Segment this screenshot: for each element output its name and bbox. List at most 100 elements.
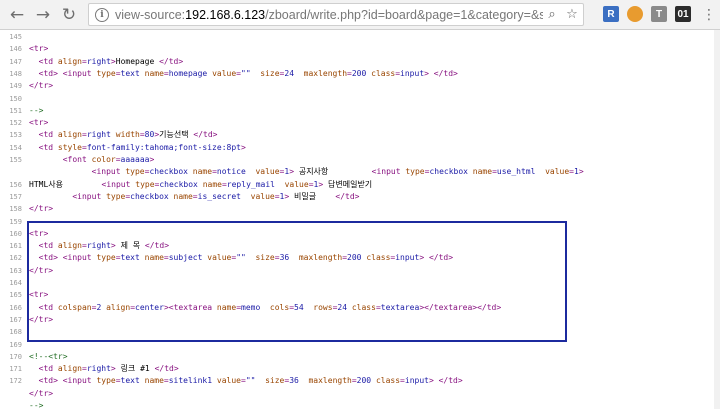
attr-name-token: name bbox=[472, 167, 493, 177]
source-line: 171 <td align=right> 링크 #1 </td> bbox=[0, 363, 720, 375]
info-icon[interactable]: i bbox=[95, 7, 109, 22]
line-number: 159 bbox=[9, 217, 22, 226]
source-line: 153 <td align=right width=80>기능선택 </td> bbox=[0, 129, 720, 141]
line-code: <tr> bbox=[29, 43, 48, 55]
line-number: 149 bbox=[9, 82, 22, 91]
tag-token: </tr> bbox=[29, 81, 54, 91]
tag-token: <font bbox=[62, 155, 92, 164]
tag-token: > </td> bbox=[428, 376, 463, 386]
line-number: 152 bbox=[9, 119, 22, 128]
attr-name-token: align bbox=[57, 130, 82, 140]
line-code: --> bbox=[29, 105, 43, 117]
attr-name-token: type bbox=[106, 191, 126, 201]
line-number: 151 bbox=[9, 106, 22, 115]
attr-name-token: type bbox=[135, 179, 155, 189]
attr-value-token: 80 bbox=[144, 130, 155, 140]
source-line: 146 <tr> bbox=[0, 43, 720, 55]
attr-value-token: 24 bbox=[284, 68, 295, 78]
attr-value-token: checkbox bbox=[159, 179, 198, 189]
source-line: 149 </tr> bbox=[0, 80, 720, 92]
tag-token: <tr> bbox=[29, 44, 49, 54]
tag-token: </td> bbox=[154, 364, 179, 374]
attr-name-token: class bbox=[375, 376, 401, 386]
attr-value-token: checkbox bbox=[429, 167, 468, 177]
source-line: 151 --> bbox=[0, 105, 720, 117]
extension-t-icon[interactable]: T bbox=[651, 6, 667, 22]
url-text[interactable]: view-source:192.168.6.123/zboard/write.p… bbox=[115, 8, 543, 22]
attr-value-token: text bbox=[120, 376, 140, 386]
attr-name-token: name bbox=[173, 191, 193, 201]
tag-token bbox=[246, 167, 256, 176]
tag-token: </td> bbox=[335, 191, 360, 201]
tag-token: <td bbox=[38, 364, 58, 374]
attr-name-token: type bbox=[96, 376, 116, 386]
source-line: 150 bbox=[0, 93, 720, 105]
attr-value-token: right bbox=[86, 364, 111, 374]
attr-name-token: align bbox=[57, 56, 82, 66]
attr-name-token: type bbox=[125, 167, 145, 177]
tag-token: </td> bbox=[159, 56, 184, 66]
source-line: 157 <input type=checkbox name=is_secret … bbox=[0, 191, 720, 203]
line-number: 145 bbox=[9, 33, 22, 41]
zoom-icon[interactable]: ⌕ bbox=[543, 7, 561, 22]
attr-value-token: checkbox bbox=[130, 191, 169, 201]
attr-name-token: style bbox=[57, 142, 82, 152]
text-token: 비밀글 bbox=[289, 191, 336, 201]
attr-name-token: color bbox=[91, 155, 116, 164]
attr-name-token: class bbox=[371, 68, 396, 78]
line-number: 164 bbox=[9, 279, 22, 287]
attr-name-token: name bbox=[202, 179, 222, 189]
tag-token bbox=[275, 180, 285, 189]
extension-r-icon[interactable]: R bbox=[603, 6, 619, 22]
tag-token: <td> <input bbox=[38, 376, 97, 386]
tag-token: > </td> bbox=[424, 68, 458, 78]
attr-name-token: maxlength bbox=[303, 68, 348, 78]
line-code: <td style=font-family:tahoma;font-size:8… bbox=[29, 142, 246, 154]
line-code: <tr> bbox=[29, 117, 48, 129]
line-number: 163 bbox=[9, 266, 22, 275]
line-code: <input type=checkbox name=notice value=1… bbox=[29, 166, 584, 178]
tag-token: <tr> bbox=[29, 118, 49, 128]
line-number: 154 bbox=[9, 143, 22, 152]
reload-icon[interactable]: ↻ bbox=[58, 4, 80, 26]
attr-value-token: 200 bbox=[356, 376, 372, 386]
browser-toolbar: ← → ↻ i view-source:192.168.6.123/zboard… bbox=[0, 0, 720, 30]
forward-arrow-icon[interactable]: → bbox=[32, 4, 54, 26]
tag-token bbox=[251, 69, 261, 78]
attr-value-token: use_html bbox=[496, 167, 536, 177]
tag-token bbox=[294, 69, 304, 78]
attr-value-token: reply_mail bbox=[226, 179, 275, 189]
attr-value-token: text bbox=[120, 68, 140, 78]
line-code: HTML사용 <input type=checkbox name=reply_m… bbox=[29, 179, 372, 191]
scrollbar[interactable] bbox=[714, 30, 720, 409]
tag-token: </tr> bbox=[29, 204, 54, 214]
tag-token: <td bbox=[38, 142, 58, 152]
extension-01-icon[interactable]: 01 bbox=[675, 6, 691, 22]
tag-token bbox=[241, 192, 251, 201]
source-line: 170 <!--<tr> bbox=[0, 351, 720, 363]
attr-name-token: value bbox=[216, 376, 241, 386]
address-bar[interactable]: i view-source:192.168.6.123/zboard/write… bbox=[88, 3, 584, 26]
back-arrow-icon[interactable]: ← bbox=[6, 4, 28, 26]
tag-token: <td> <input bbox=[38, 68, 97, 78]
attr-name-token: width bbox=[115, 130, 140, 140]
highlight-box bbox=[27, 221, 567, 342]
text-token: 기능선택 bbox=[159, 130, 194, 140]
menu-icon[interactable]: ⋮ bbox=[698, 4, 720, 26]
line-number: 156 bbox=[9, 180, 22, 189]
attr-value-token: sitelink1 bbox=[168, 376, 213, 386]
bookmark-star-icon[interactable]: ☆ bbox=[563, 7, 581, 22]
extension-cookie-icon[interactable] bbox=[627, 6, 643, 22]
line-number: 167 bbox=[9, 315, 22, 324]
source-line: 172 <td> <input type=text name=sitelink1… bbox=[0, 375, 720, 387]
line-code: <font color=aaaaaa> bbox=[29, 154, 155, 166]
tag-token: <input bbox=[91, 167, 126, 177]
attr-name-token: name bbox=[192, 167, 213, 177]
tag-token: <td bbox=[38, 56, 58, 66]
